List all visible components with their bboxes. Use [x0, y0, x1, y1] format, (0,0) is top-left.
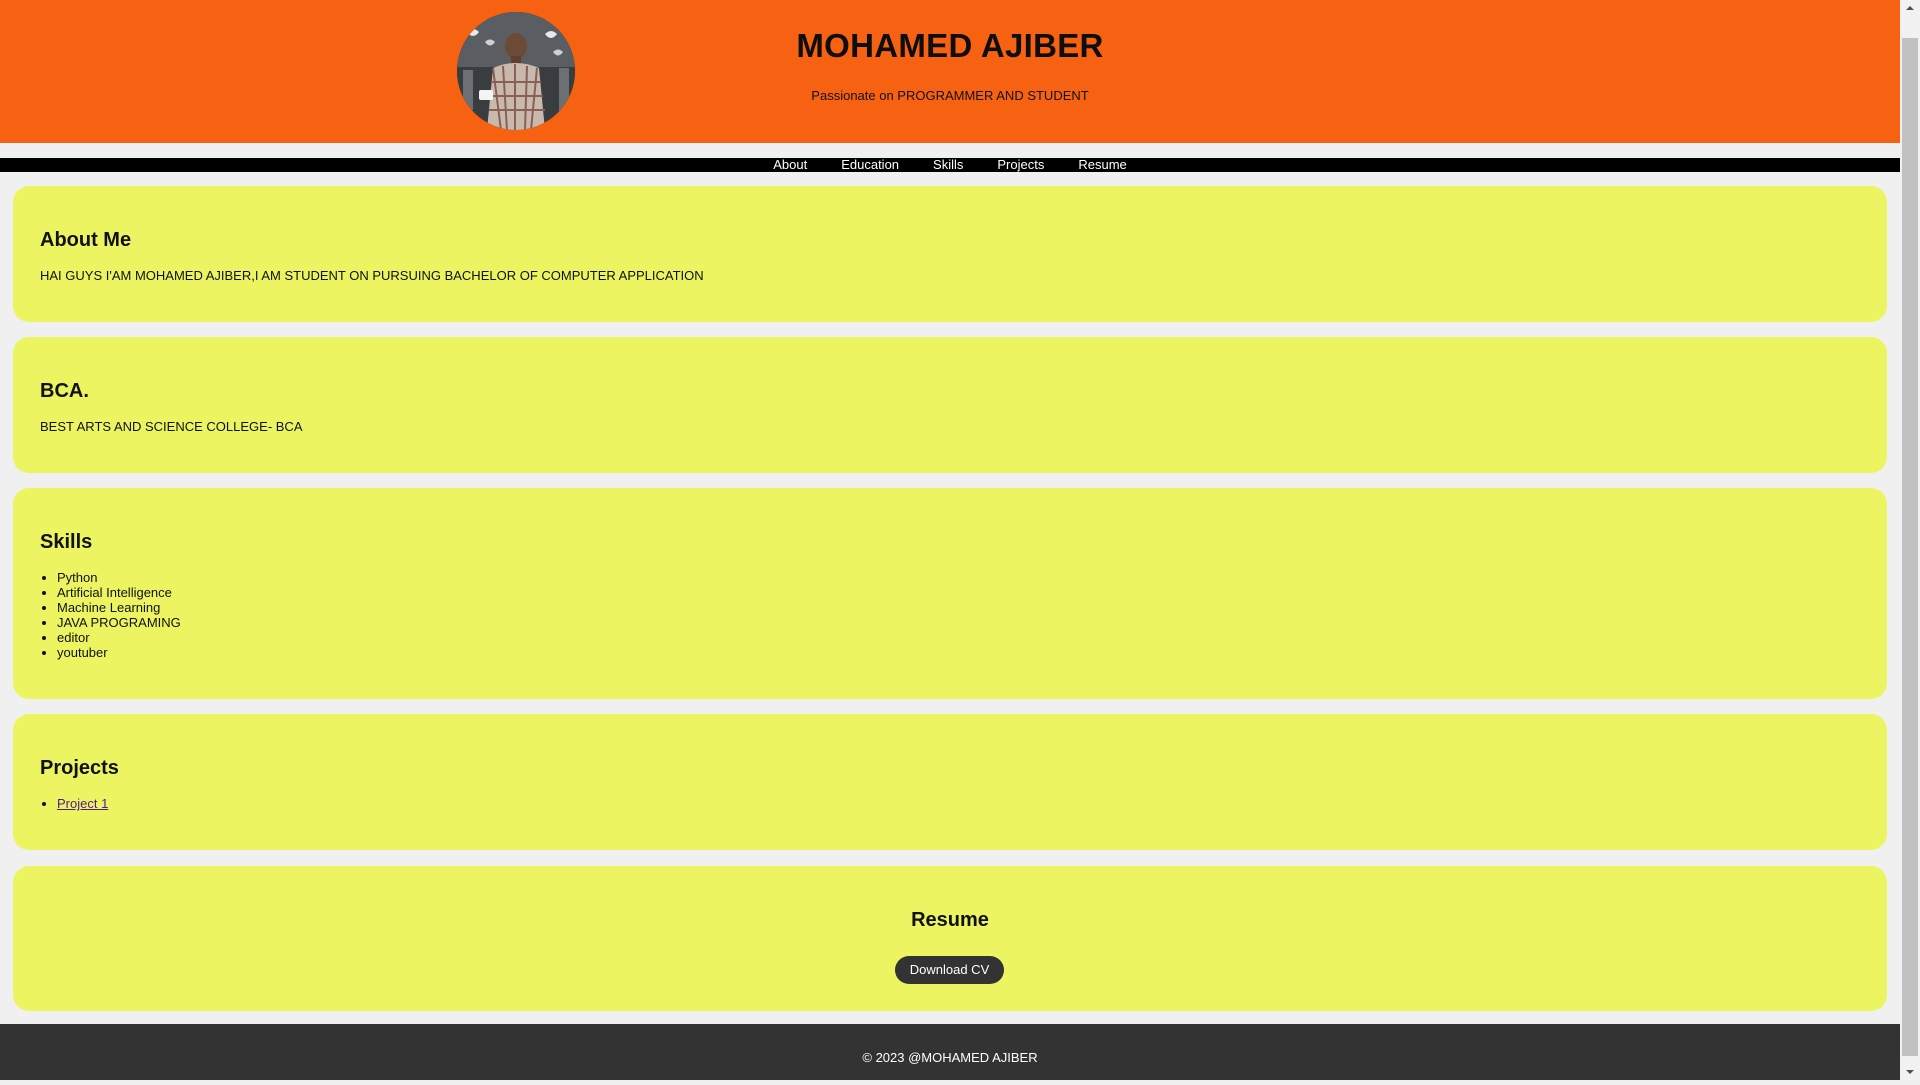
main-nav: About Education Skills Projects Resume: [0, 158, 1900, 172]
education-heading: BCA.: [40, 380, 89, 402]
nav-link-about[interactable]: About: [773, 158, 807, 172]
skill-item: Machine Learning: [57, 600, 181, 615]
about-heading: About Me: [40, 229, 132, 251]
site-title: MOHAMED AJIBER: [796, 27, 1104, 64]
project-link[interactable]: Project 1: [57, 796, 108, 811]
skill-item: Artificial Intelligence: [57, 585, 181, 600]
about-section: About Me HAI GUYS I'AM MOHAMED AJIBER,I …: [13, 186, 1887, 322]
project-item: Project 1: [57, 796, 108, 811]
download-cv-button[interactable]: Download CV: [895, 956, 1004, 984]
skill-item: Python: [57, 570, 181, 585]
site-header: MOHAMED AJIBER Passionate on PROGRAMMER …: [0, 0, 1900, 143]
skill-item: JAVA PROGRAMING: [57, 615, 181, 630]
scroll-down-arrow-icon[interactable]: [1900, 1064, 1920, 1080]
vertical-scrollbar[interactable]: [1900, 0, 1920, 1080]
skill-item: youtuber: [57, 645, 181, 660]
projects-heading: Projects: [40, 757, 119, 779]
about-text: HAI GUYS I'AM MOHAMED AJIBER,I AM STUDEN…: [40, 268, 704, 283]
scroll-up-arrow-icon[interactable]: [1900, 0, 1920, 16]
nav-link-projects[interactable]: Projects: [997, 158, 1044, 172]
nav-link-education[interactable]: Education: [841, 158, 899, 172]
skills-heading: Skills: [40, 531, 93, 553]
site-subtitle: Passionate on PROGRAMMER AND STUDENT: [811, 88, 1089, 103]
education-section: BCA. BEST ARTS AND SCIENCE COLLEGE- BCA: [13, 337, 1887, 473]
projects-section: Projects Project 1: [13, 714, 1887, 850]
skills-list: Python Artificial Intelligence Machine L…: [40, 570, 181, 660]
site-footer: © 2023 @MOHAMED AJIBER: [0, 1024, 1900, 1080]
skills-section: Skills Python Artificial Intelligence Ma…: [13, 488, 1887, 699]
resume-heading: Resume: [911, 909, 989, 931]
footer-copyright: © 2023 @MOHAMED AJIBER: [862, 1050, 1038, 1065]
nav-link-resume[interactable]: Resume: [1078, 158, 1126, 172]
skill-item: editor: [57, 630, 181, 645]
education-text: BEST ARTS AND SCIENCE COLLEGE- BCA: [40, 419, 303, 434]
projects-list: Project 1: [40, 796, 108, 811]
scrollbar-thumb[interactable]: [1902, 38, 1918, 1056]
nav-link-skills[interactable]: Skills: [933, 158, 963, 172]
page: MOHAMED AJIBER Passionate on PROGRAMMER …: [0, 0, 1900, 1080]
resume-section: Resume Download CV: [13, 866, 1887, 1011]
